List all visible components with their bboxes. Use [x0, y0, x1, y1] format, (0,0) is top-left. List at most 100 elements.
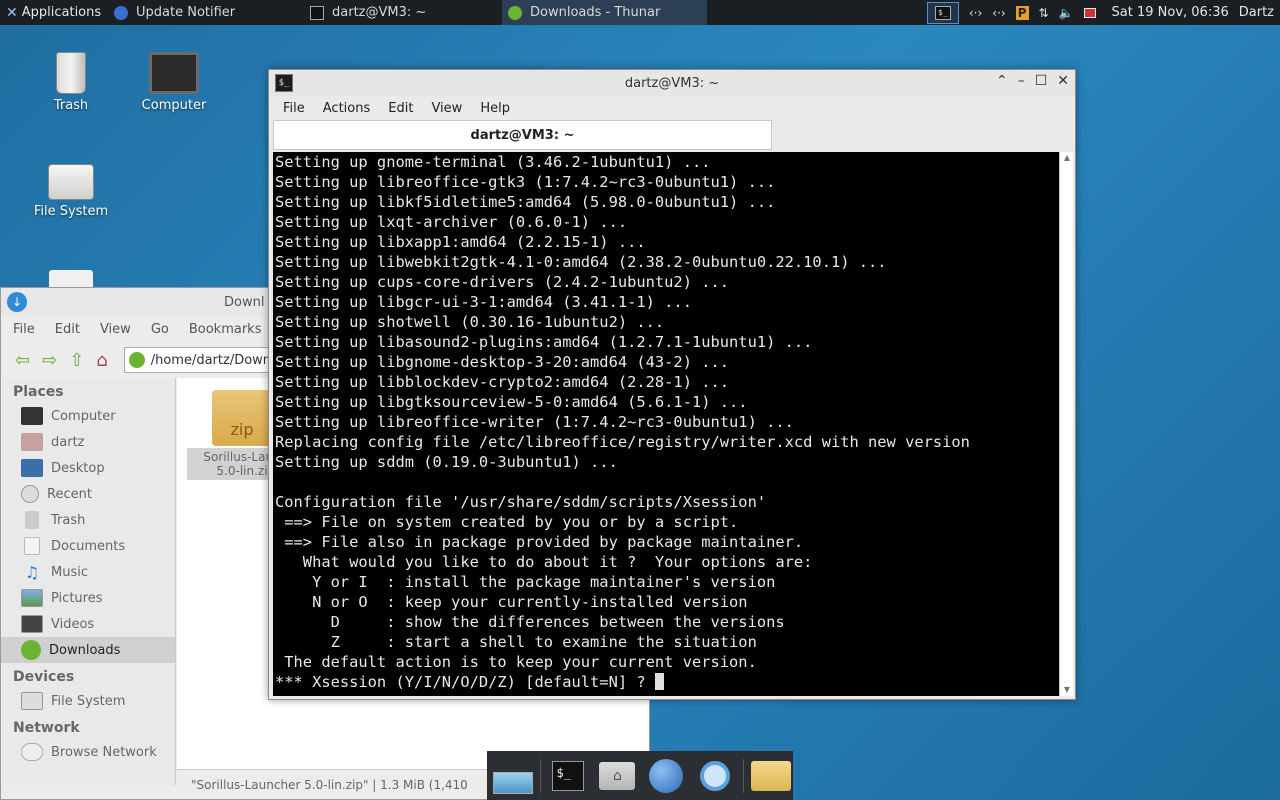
sidebar-item-label: Trash [51, 512, 86, 528]
window-title: Downl [224, 294, 265, 310]
computer-icon [21, 407, 43, 425]
menu-bookmarks[interactable]: Bookmarks [189, 322, 262, 337]
network-cloud-icon [21, 743, 43, 761]
sidebar-item-computer[interactable]: Computer [1, 403, 175, 429]
menu-edit[interactable]: Edit [388, 101, 413, 116]
terminal-icon: $_ [934, 5, 951, 20]
sidebar-item-file-system[interactable]: File System [1, 688, 175, 714]
scroll-up-arrow-icon[interactable]: ▲ [1061, 152, 1073, 164]
menu-help[interactable]: Help [480, 101, 510, 116]
sidebar-item-documents[interactable]: Documents [1, 533, 175, 559]
terminal-line: ==> File also in package provided by pac… [275, 533, 804, 551]
dock-terminal[interactable]: $_ [547, 756, 590, 796]
sidebar-item-label: Pictures [51, 590, 103, 606]
task-label: Update Notifier [136, 5, 236, 20]
menu-actions[interactable]: Actions [323, 101, 371, 116]
back-arrow-icon[interactable]: ⇦ [15, 350, 30, 371]
sidebar-item-trash[interactable]: Trash [1, 507, 175, 533]
menu-view[interactable]: View [100, 322, 131, 337]
network-remote-icon[interactable]: ‹·› [992, 6, 1005, 20]
menu-view[interactable]: View [431, 101, 462, 116]
task-terminal[interactable]: dartz@VM3: ~ [304, 0, 502, 25]
task-label: Downloads - Thunar [530, 5, 661, 20]
terminal-titlebar[interactable]: $_ dartz@VM3: ~ ⌃ – ☐ ✕ [269, 70, 1075, 96]
sidebar-item-recent[interactable]: Recent [1, 481, 175, 507]
window-title: dartz@VM3: ~ [624, 75, 720, 91]
dock-show-desktop[interactable] [491, 756, 534, 796]
network-remote-icon[interactable]: ‹·› [969, 6, 982, 20]
show-desktop-icon [492, 771, 533, 794]
sidebar-item-label: Computer [51, 408, 116, 424]
menu-file[interactable]: File [13, 322, 35, 337]
minimize-icon[interactable]: – [1018, 73, 1025, 89]
menu-edit[interactable]: Edit [55, 322, 80, 337]
task-thunar-downloads[interactable]: Downloads - Thunar [502, 0, 707, 25]
sidebar-item-pictures[interactable]: Pictures [1, 585, 175, 611]
sidebar-item-label: Desktop [51, 460, 105, 476]
terminal-tabbar: dartz@VM3: ~ [269, 120, 1075, 152]
terminal-menubar: File Actions Edit View Help [269, 96, 1075, 120]
menu-file[interactable]: File [283, 101, 305, 116]
dock-file-manager[interactable] [750, 756, 793, 796]
dock-separator [742, 758, 744, 793]
terminal-line: Setting up libasound2-plugins:amd64 (1.2… [275, 333, 813, 351]
desktop-icon-file-system[interactable]: File System [21, 158, 121, 219]
sidebar-item-home[interactable]: dartz [1, 429, 175, 455]
sidebar-item-desktop[interactable]: Desktop [1, 455, 175, 481]
terminal-tab[interactable]: dartz@VM3: ~ [273, 120, 772, 150]
sidebar-item-videos[interactable]: Videos [1, 611, 175, 637]
terminal-line: N or O : keep your currently-installed v… [275, 593, 748, 611]
pictures-icon [21, 589, 43, 607]
hard-drive-icon [21, 692, 43, 710]
dock-app-finder[interactable] [694, 756, 737, 796]
terminal-line: Setting up sddm (0.19.0-3ubuntu1) ... [275, 453, 618, 471]
terminal-window: $_ dartz@VM3: ~ ⌃ – ☐ ✕ File Actions Edi… [268, 69, 1076, 700]
sidebar-item-label: Videos [51, 616, 95, 632]
terminal-output[interactable]: Setting up gnome-terminal (3.46.2-1ubunt… [273, 152, 1059, 696]
close-icon[interactable]: ✕ [1057, 73, 1069, 89]
applications-label: Applications [21, 5, 102, 20]
xfce-logo-icon: ✕ [6, 4, 18, 21]
menu-go[interactable]: Go [151, 322, 169, 337]
desktop-icon [21, 459, 43, 477]
sidebar-item-browse-network[interactable]: Browse Network [1, 739, 175, 765]
clock[interactable]: Sat 19 Nov, 06:36 [1112, 5, 1229, 20]
music-note-icon: ♫ [24, 563, 40, 582]
forward-arrow-icon[interactable]: ⇨ [42, 350, 57, 371]
dock-home-folder[interactable]: ⌂ [596, 756, 639, 796]
terminal-line: Setting up cups-core-drivers (2.4.2-1ubu… [275, 273, 730, 291]
volume-icon[interactable]: 🔈 [1059, 6, 1074, 20]
terminal-line: Setting up libgnome-desktop-3-20:amd64 (… [275, 353, 730, 371]
tray-terminal-button[interactable]: $_ [926, 1, 959, 24]
text-cursor [654, 673, 664, 690]
dock-web-browser[interactable] [645, 756, 688, 796]
sidebar-item-downloads[interactable]: Downloads [1, 637, 175, 663]
user-menu[interactable]: Dartz [1239, 5, 1274, 20]
bottom-dock: $_ ⌂ [487, 751, 793, 800]
shade-icon[interactable]: ⌃ [996, 73, 1008, 89]
dock-separator [540, 758, 541, 793]
network-activity-icon[interactable]: ⇅ [1039, 6, 1049, 20]
desktop-icon-trash[interactable]: Trash [21, 52, 121, 113]
package-updates-icon[interactable]: P [1015, 5, 1029, 20]
scroll-down-arrow-icon[interactable]: ▼ [1061, 684, 1073, 696]
applications-menu[interactable]: ✕ Applications [0, 0, 108, 25]
maximize-icon[interactable]: ☐ [1035, 73, 1048, 89]
terminal-line: ==> File on system created by you or by … [275, 513, 739, 531]
sidebar-item-music[interactable]: ♫ Music [1, 559, 175, 585]
downloads-icon [21, 640, 41, 660]
power-icon[interactable] [1083, 7, 1096, 18]
desktop-icon-partial[interactable] [49, 270, 93, 287]
terminal-line: Configuration file '/usr/share/sddm/scri… [275, 493, 767, 511]
desktop-icon-computer[interactable]: Computer [124, 52, 224, 113]
trash-icon [25, 511, 39, 529]
system-tray: $_ ‹·› ‹·› P ⇅ 🔈 Sat 19 Nov, 06:36 Dartz [926, 1, 1280, 24]
home-icon[interactable]: ⌂ [96, 350, 107, 371]
sidebar-item-label: Browse Network [51, 744, 157, 760]
terminal-scrollbar[interactable]: ▲ ▼ [1059, 152, 1073, 696]
up-arrow-icon[interactable]: ⇧ [69, 350, 84, 371]
task-update-notifier[interactable]: Update Notifier [108, 0, 304, 25]
terminal-line: Setting up libblockdev-crypto2:amd64 (2.… [275, 373, 730, 391]
terminal-line: What would you like to do about it ? You… [275, 553, 813, 571]
downloads-icon [128, 352, 145, 368]
